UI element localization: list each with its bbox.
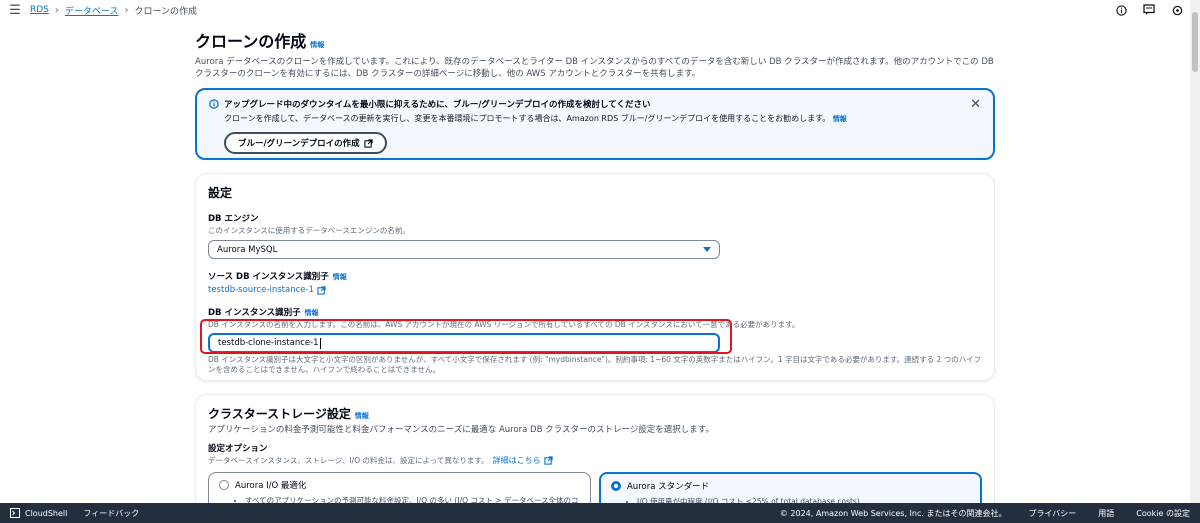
alert-info-link[interactable]: 情報 bbox=[833, 115, 847, 123]
breadcrumb: RDS › データベース › クローンの作成 bbox=[30, 4, 197, 17]
engine-select-value: Aurora MySQL bbox=[217, 244, 278, 255]
engine-label: DB エンジン bbox=[208, 214, 259, 224]
breadcrumb-current: クローンの作成 bbox=[134, 6, 198, 17]
copyright-text: © 2024, Amazon Web Services, Inc. またはその関… bbox=[779, 508, 1007, 518]
chevron-right-icon: › bbox=[54, 4, 59, 16]
source-field: ソース DB インスタンス識別子 情報 testdb-source-instan… bbox=[208, 270, 982, 295]
top-icon-group bbox=[1114, 3, 1184, 17]
text-cursor bbox=[319, 337, 321, 349]
settings-icon[interactable] bbox=[1170, 3, 1184, 17]
option-io-optimized-label: Aurora I/O 最適化 bbox=[235, 481, 307, 491]
source-label: ソース DB インスタンス識別子 bbox=[208, 272, 329, 282]
create-blue-green-button[interactable]: ブルー/グリーンデプロイの作成 bbox=[224, 132, 387, 154]
external-link-icon bbox=[317, 285, 326, 295]
main-content: クローンの作成 情報 Aurora データベースのクローンを作成しています。これ… bbox=[195, 28, 995, 523]
hamburger-menu-icon[interactable]: ☰ bbox=[0, 3, 30, 18]
feedback-icon[interactable] bbox=[1142, 3, 1156, 17]
settings-heading: 設定 bbox=[208, 184, 982, 201]
source-instance-link[interactable]: testdb-source-instance-1 bbox=[208, 285, 326, 295]
storage-info-link[interactable]: 情報 bbox=[355, 411, 369, 421]
external-link-icon bbox=[364, 138, 373, 148]
settings-title: 設定 bbox=[208, 186, 233, 200]
option-standard-label: Aurora スタンダード bbox=[626, 482, 710, 492]
create-blue-green-label: ブルー/グリーンデプロイの作成 bbox=[238, 139, 360, 149]
footer-right: © 2024, Amazon Web Services, Inc. またはその関… bbox=[780, 508, 1190, 519]
info-circle-icon[interactable] bbox=[1114, 3, 1128, 17]
cookie-settings-link[interactable]: Cookie の設定 bbox=[1136, 508, 1190, 519]
chevron-right-icon: › bbox=[124, 4, 129, 16]
external-link-icon bbox=[543, 456, 553, 465]
privacy-link[interactable]: プライバシー bbox=[1028, 508, 1076, 519]
footer: CloudShell フィードバック © 2024, Amazon Web Se… bbox=[0, 503, 1200, 523]
source-instance-value: testdb-source-instance-1 bbox=[208, 285, 314, 295]
engine-description: このインスタンスに使用するデータベースエンジンの名前。 bbox=[208, 226, 410, 235]
storage-description: アプリケーションの料金予測可能性と料金パフォーマンスのニーズに最適な Auror… bbox=[208, 425, 714, 435]
engine-select[interactable]: Aurora MySQL bbox=[208, 240, 720, 259]
page-info-link[interactable]: 情報 bbox=[310, 40, 324, 50]
terms-link[interactable]: 用語 bbox=[1098, 508, 1114, 519]
blue-green-alert: アップグレード中のダウンタイムを最小限に抑えるために、ブルー/グリーンデプロイの… bbox=[195, 88, 995, 160]
options-description: データベースインスタンス、ストレージ、I/O の料金は、設定によって異なります。 bbox=[208, 456, 489, 465]
terminal-icon bbox=[10, 508, 20, 518]
breadcrumb-databases-link[interactable]: データベース bbox=[65, 4, 119, 17]
info-icon bbox=[209, 99, 219, 109]
page-description: Aurora データベースのクローンを作成しています。これにより、既存のデータベ… bbox=[195, 57, 994, 79]
page-title: クローンの作成 bbox=[195, 32, 307, 51]
alert-text: クローンを作成して、データベースの更新を実行し、変更を本番環境にプロモートする場… bbox=[224, 114, 831, 123]
engine-field: DB エンジン このインスタンスに使用するデータベースエンジンの名前。 Auro… bbox=[208, 212, 982, 259]
close-icon[interactable]: ✕ bbox=[970, 97, 981, 112]
page-heading: クローンの作成 情報 bbox=[195, 28, 995, 52]
storage-title: クラスターストレージ設定 bbox=[208, 407, 351, 421]
identifier-input-value: testdb-clone-instance-1 bbox=[218, 338, 319, 348]
settings-panel: 設定 DB エンジン このインスタンスに使用するデータベースエンジンの名前。 A… bbox=[195, 173, 995, 381]
learn-more-link[interactable]: 詳細はこちら bbox=[493, 455, 553, 466]
identifier-constraint: DB インスタンス識別子は大文字と小文字の区別がありませんが、すべて小文字で保存… bbox=[208, 355, 982, 374]
options-description-row: データベースインスタンス、ストレージ、I/O の料金は、設定によって異なります。… bbox=[208, 455, 982, 466]
identifier-field: DB インスタンス識別子 情報 DB インスタンスの名前を入力します。この名前は… bbox=[208, 306, 982, 375]
cloudshell-button[interactable]: CloudShell bbox=[10, 508, 67, 518]
identifier-info-link[interactable]: 情報 bbox=[305, 308, 319, 318]
breadcrumb-rds-link[interactable]: RDS bbox=[30, 5, 49, 15]
top-navigation: ☰ RDS › データベース › クローンの作成 bbox=[0, 0, 1200, 20]
learn-more-label: 詳細はこちら bbox=[492, 456, 541, 465]
alert-text-row: クローンを作成して、データベースの更新を実行し、変更を本番環境にプロモートする場… bbox=[224, 113, 981, 124]
cloudshell-label: CloudShell bbox=[25, 508, 68, 518]
identifier-description: DB インスタンスの名前を入力します。この名前は、AWS アカウントが現在の A… bbox=[208, 320, 800, 329]
identifier-input[interactable]: testdb-clone-instance-1 bbox=[208, 333, 720, 353]
source-info-link[interactable]: 情報 bbox=[333, 272, 347, 282]
radio-button-selected[interactable] bbox=[610, 481, 621, 491]
storage-heading: クラスターストレージ設定 情報 bbox=[208, 405, 982, 422]
options-label: 設定オプション bbox=[208, 444, 268, 454]
radio-button[interactable] bbox=[219, 480, 229, 490]
identifier-label: DB インスタンス識別子 bbox=[208, 308, 301, 318]
scrollbar[interactable] bbox=[1190, 0, 1200, 503]
caret-down-icon bbox=[703, 247, 711, 252]
feedback-link[interactable]: フィードバック bbox=[83, 508, 139, 519]
scrollbar-thumb[interactable] bbox=[1192, 12, 1198, 72]
alert-title: アップグレード中のダウンタイムを最小限に抑えるために、ブルー/グリーンデプロイの… bbox=[224, 100, 651, 110]
